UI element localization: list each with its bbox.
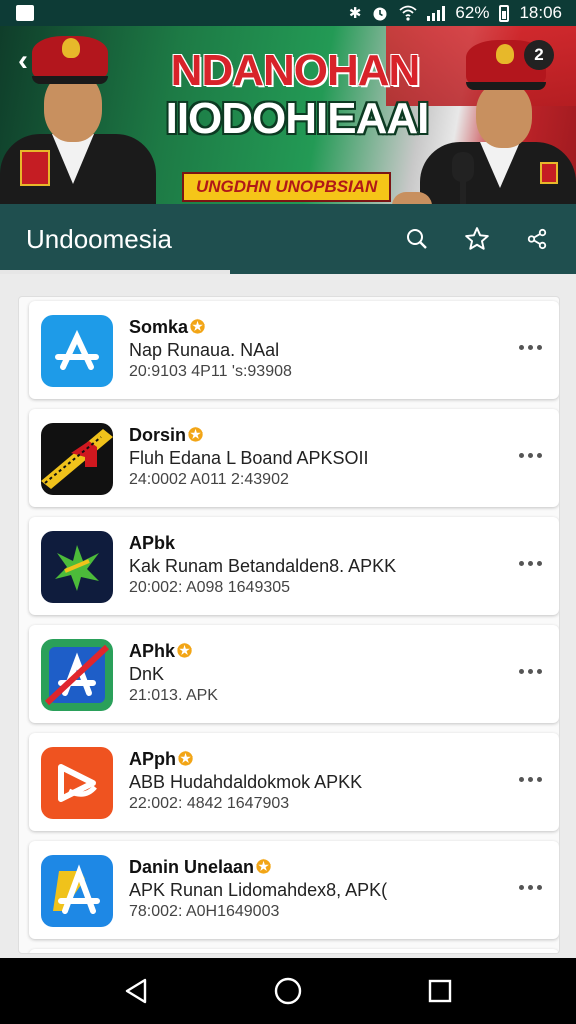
verified-badge-icon: ✪ [188, 424, 204, 445]
app-name: Dorsin [129, 424, 187, 445]
notification-icon [16, 5, 34, 21]
status-bar: ✱ 62% 18:06 [0, 0, 576, 26]
app-name: APph [129, 748, 176, 769]
verified-badge-icon: ✪ [256, 856, 272, 877]
verified-badge-icon: ✪ [178, 748, 194, 769]
app-description: APK Runan Lidomahdex8, APK( [129, 880, 388, 900]
more-options-icon[interactable] [515, 769, 545, 789]
verified-badge-icon: ✪ [190, 316, 206, 337]
more-options-icon[interactable] [515, 553, 545, 573]
banner-title-line1: NDANOHAN [170, 46, 421, 95]
app-meta: 20:002: A098 1649305 [129, 579, 291, 596]
home-icon[interactable] [268, 971, 308, 1011]
more-options-icon[interactable] [515, 445, 545, 465]
app-description: Kak Runam Betandalden8. APKK [129, 556, 397, 576]
star-icon[interactable] [464, 226, 490, 252]
clock: 18:06 [519, 3, 562, 22]
app-name: APhk [129, 640, 176, 661]
bluetooth-icon: ✱ [348, 5, 362, 22]
installer-app-icon [41, 855, 113, 927]
list-item[interactable]: Danin Unelaan ✪ APK Runan Lidomahdex8, AP… [29, 841, 559, 939]
app-list: Somka ✪ Nap Runaua. NAal 20:9103 4P11 's:… [18, 296, 560, 954]
header-banner: NDANOHAN IIODOHIEAAI UNGDHN UNOPBSIAN ‹ … [0, 26, 576, 204]
notification-badge[interactable]: 2 [524, 40, 554, 70]
verified-badge-icon: ✪ [177, 640, 193, 661]
app-name: Danin Unelaan [129, 856, 255, 877]
list-item[interactable]: Somka ✪ Nap Runaua. NAal 20:9103 4P11 's:… [29, 301, 559, 399]
share-icon[interactable] [524, 226, 550, 252]
more-options-icon[interactable] [515, 877, 545, 897]
more-options-icon[interactable] [515, 337, 545, 357]
navigation-bar [0, 958, 576, 1024]
battery-icon [499, 4, 510, 22]
banner-subtitle: UNGDHN UNOPBSIAN [182, 172, 392, 202]
app-description: ABB Hudahdaldokmok APKK [129, 772, 363, 792]
list-item[interactable]: APph ✪ ABB Hudahdaldokmok APKK 22:002: 48… [29, 733, 559, 831]
leaf-app-icon [41, 531, 113, 603]
app-meta: 78:002: A0H1649003 [129, 903, 280, 920]
tab-indicator [0, 270, 230, 274]
list-item-partial[interactable] [29, 949, 559, 953]
play-app-icon [41, 747, 113, 819]
blocked-store-app-icon [41, 639, 113, 711]
app-meta: 24:0002 A011 2:43902 [129, 471, 289, 488]
app-store-icon [41, 315, 113, 387]
list-item[interactable]: APbk Kak Runam Betandalden8. APKK 20:002… [29, 517, 559, 615]
tool-app-icon [41, 423, 113, 495]
page-title: Undoomesia [26, 223, 172, 254]
back-arrow-icon[interactable]: ‹ [18, 44, 28, 78]
microphone-graphic [452, 152, 474, 182]
app-name: APbk [129, 532, 176, 553]
app-description: Fluh Edana L Boand APKSOII [129, 448, 369, 468]
app-description: DnK [129, 664, 165, 684]
app-description: Nap Runaua. NAal [129, 340, 280, 360]
battery-percent: 62% [455, 3, 490, 22]
wifi-icon [399, 5, 418, 21]
list-item[interactable]: APhk ✪ DnK 21:013. APK [29, 625, 559, 723]
recents-icon[interactable] [420, 971, 460, 1011]
app-name: Somka [129, 316, 189, 337]
more-options-icon[interactable] [515, 661, 545, 681]
app-meta: 21:013. APK [129, 687, 218, 704]
app-meta: 22:002: 4842 1647903 [129, 795, 290, 812]
list-item[interactable]: Dorsin ✪ Fluh Edana L Boand APKSOII 24:00… [29, 409, 559, 507]
search-icon[interactable] [404, 226, 430, 252]
back-icon[interactable] [116, 971, 156, 1011]
app-meta: 20:9103 4P11 's:93908 [129, 363, 292, 380]
alarm-icon [373, 7, 387, 21]
signal-icon [427, 5, 446, 21]
app-toolbar: Undoomesia [0, 204, 576, 274]
banner-title-line2: IIODOHIEAAI [165, 94, 430, 143]
